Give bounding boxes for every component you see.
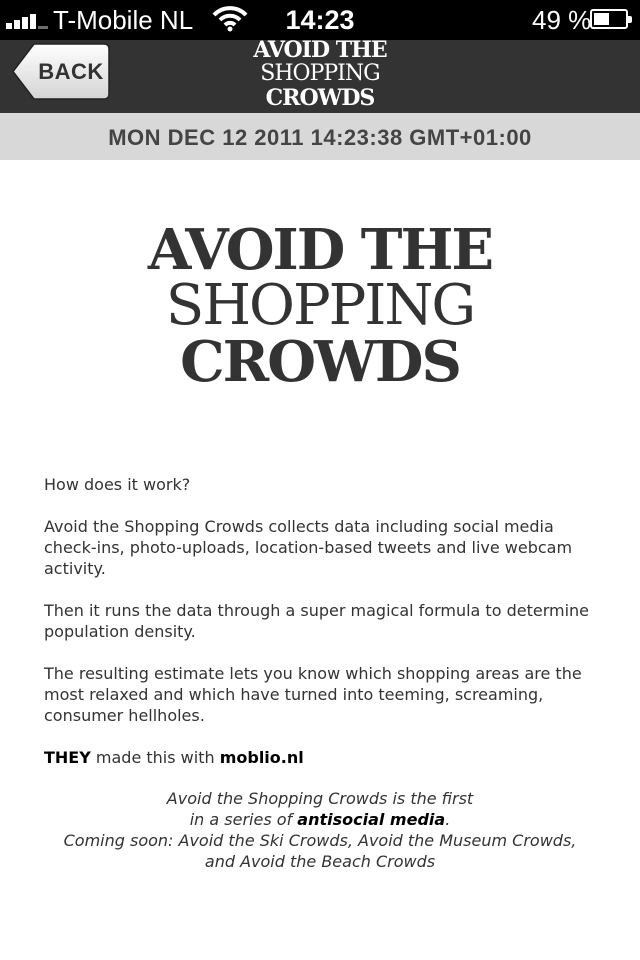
hero-line3: CROWDS (180, 329, 462, 395)
paragraph-formula: Then it runs the data through a super ma… (44, 601, 590, 641)
nav-logo-line1: AVOID THE (253, 37, 387, 63)
credit-line: THEY made this with moblio.nl (44, 747, 604, 768)
hero-line1: AVOID THE (147, 217, 494, 283)
back-button[interactable]: BACK (12, 43, 110, 100)
credit-they: THEY (44, 748, 91, 767)
back-button-label: BACK (38, 59, 104, 84)
paragraph-data-sources: Avoid the Shopping Crowds collects data … (44, 517, 573, 578)
footer-line4: and Avoid the Beach Crowds (204, 852, 436, 871)
battery-percentage: 49 % (532, 5, 592, 35)
antisocial-media-emphasis: antisocial media (297, 810, 446, 829)
footer-line3: Coming soon: Avoid the Ski Crowds, Avoid… (63, 831, 577, 850)
nav-logo: AVOID THE SHOPPING CROWDS (220, 38, 420, 110)
footer-line2-suffix: . (445, 810, 451, 829)
credit-middle: made this with (90, 748, 220, 767)
footer-note: Avoid the Shopping Crowds is the first i… (0, 788, 640, 872)
battery-fill (594, 13, 609, 25)
hero-line2: SHOPPING (165, 273, 476, 338)
paragraph-estimate: The resulting estimate lets you know whi… (44, 664, 582, 725)
footer-line1: Avoid the Shopping Crowds is the first (166, 789, 474, 808)
nav-logo-line3: CROWDS (265, 85, 376, 111)
date-timestamp: MON DEC 12 2011 14:23:38 GMT+01:00 (0, 113, 640, 160)
moblio-link[interactable]: moblio.nl (220, 748, 304, 767)
navigation-bar: BACK AVOID THE SHOPPING CROWDS (0, 38, 640, 113)
about-content: How does it work? Avoid the Shopping Cro… (44, 474, 604, 789)
hero-logo: AVOID THE SHOPPING CROWDS (0, 222, 640, 390)
nav-logo-line2: SHOPPING (260, 61, 380, 86)
footer-line2: in a series of antisocial media. (0, 809, 640, 830)
footer-line2-prefix: in a series of (189, 810, 298, 829)
question-text: How does it work? (44, 475, 191, 494)
status-bar: T-Mobile NL 14:23 49 % (0, 0, 640, 40)
battery-icon (590, 9, 632, 29)
